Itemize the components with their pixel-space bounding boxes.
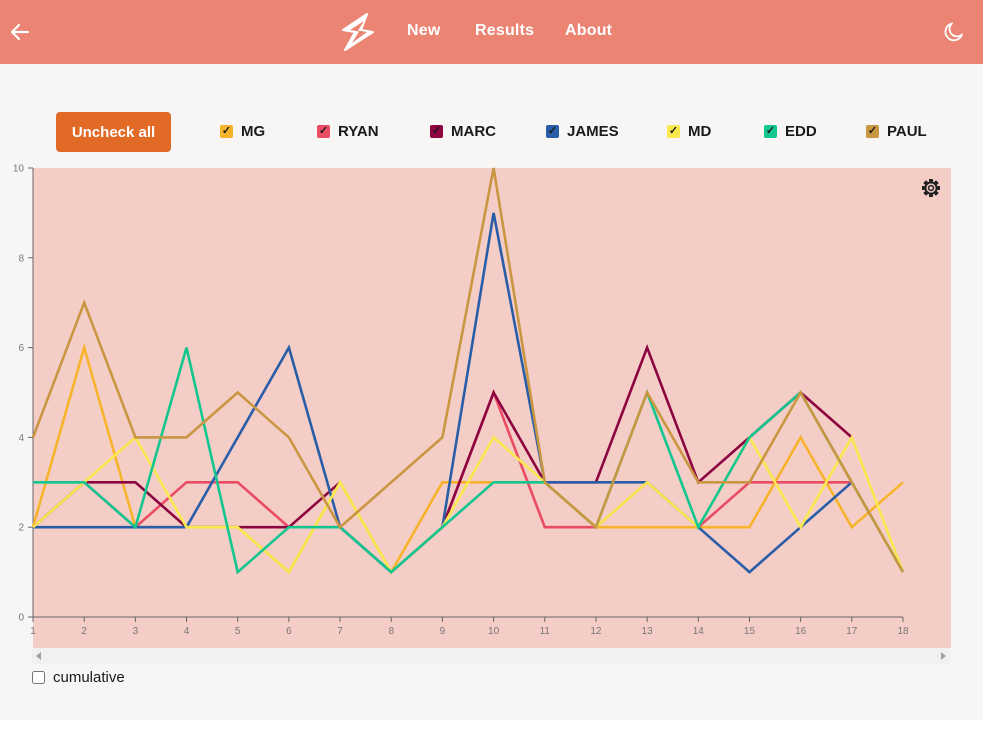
x-tick-label: 1 [30,626,36,637]
x-tick-label: 15 [744,626,756,637]
x-tick-label: 8 [388,626,394,637]
nav-link-about[interactable]: About [565,22,612,40]
scroll-left-arrow-icon[interactable] [36,652,41,660]
cumulative-checkbox[interactable] [32,671,45,684]
x-tick-label: 5 [235,626,241,637]
legend-checkbox-marc[interactable]: ✓ [430,125,443,138]
x-tick-label: 7 [337,626,343,637]
cumulative-label: cumulative [53,669,125,686]
page-scrollbar[interactable] [983,0,1002,741]
x-tick-label: 13 [642,626,654,637]
uncheck-all-button[interactable]: Uncheck all [56,112,171,152]
line-chart: 0 2 4 6 8 10 1 2 3 4 5 6 7 8 9 10 11 12 13 14 15 16 17 18 [0,158,983,658]
legend-checkbox-md[interactable]: ✓ [667,125,680,138]
x-tick-label: 14 [693,626,705,637]
moon-icon[interactable] [942,20,966,44]
x-tick-label: 10 [488,626,500,637]
x-tick-label: 17 [846,626,858,637]
chart-svg: 02468101 2 3 4 5 6 7 8 9 10 11 12 13 14 15 16 17 18 [13,164,951,648]
y-tick-label: 4 [18,433,24,444]
legend-checkbox-ryan[interactable]: ✓ [317,125,330,138]
lightning-logo-icon[interactable] [337,12,379,52]
scroll-right-arrow-icon[interactable] [941,652,946,660]
chart-horizontal-scrollbar[interactable] [32,648,950,664]
x-tick-label: 4 [184,626,190,637]
y-tick-label: 8 [18,253,24,264]
chart-settings-gear-icon[interactable] [922,179,940,197]
legend-checkbox-james[interactable]: ✓ [546,125,559,138]
back-arrow-icon[interactable] [8,20,32,44]
legend-checkbox-mg[interactable]: ✓ [220,125,233,138]
legend-label-md: MD [688,123,712,140]
legend-checkbox-edd[interactable]: ✓ [764,125,777,138]
legend-label-mg: MG [241,123,266,140]
plot-area [33,168,951,648]
x-tick-label: 16 [795,626,807,637]
x-tick-label: 18 [897,626,909,637]
top-navbar: New Results About [0,0,983,64]
nav-link-results[interactable]: Results [475,22,534,40]
x-tick-label: 6 [286,626,292,637]
x-tick-label: 12 [590,626,602,637]
legend-checkbox-paul[interactable]: ✓ [866,125,879,138]
legend-label-ryan: RYAN [338,123,379,140]
x-tick-label: 11 [540,626,551,637]
legend-label-paul: PAUL [887,123,927,140]
legend-label-marc: MARC [451,123,496,140]
legend-label-james: JAMES [567,123,619,140]
y-tick-label: 2 [18,523,24,534]
x-tick-label: 2 [81,626,87,637]
x-tick-label: 3 [133,626,139,637]
legend-label-edd: EDD [785,123,817,140]
x-tick-label: 9 [440,626,446,637]
y-tick-label: 10 [13,164,25,175]
nav-link-new[interactable]: New [407,22,441,40]
app-container: New Results About Uncheck all ✓ MG ✓ RYAN ✓ M… [0,0,983,720]
y-tick-label: 0 [18,613,24,624]
y-tick-label: 6 [18,343,24,354]
